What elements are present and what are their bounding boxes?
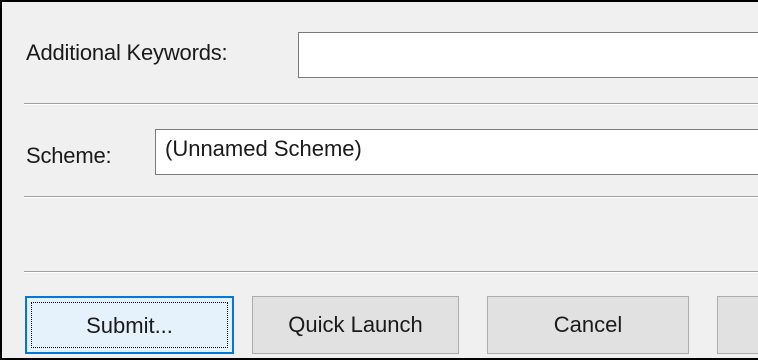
cancel-button[interactable]: Cancel <box>487 296 689 354</box>
separator-middle <box>24 196 758 198</box>
separator-top <box>24 103 758 105</box>
fourth-button-partial[interactable] <box>717 296 758 354</box>
separator-bottom <box>24 271 758 273</box>
additional-keywords-label: Additional Keywords: <box>26 40 228 65</box>
cancel-button-label: Cancel <box>553 312 623 337</box>
scheme-field[interactable]: (Unnamed Scheme) <box>155 129 758 175</box>
quick-launch-button-label: Quick Launch <box>288 312 423 337</box>
scheme-label: Scheme: <box>26 143 112 168</box>
quick-launch-button[interactable]: Quick Launch <box>252 296 459 354</box>
submit-button[interactable]: Submit... <box>25 296 234 354</box>
dialog-panel: Additional Keywords: Scheme: (Unnamed Sc… <box>0 0 758 360</box>
submit-button-label: Submit... <box>86 313 173 338</box>
additional-keywords-input[interactable] <box>298 32 758 78</box>
